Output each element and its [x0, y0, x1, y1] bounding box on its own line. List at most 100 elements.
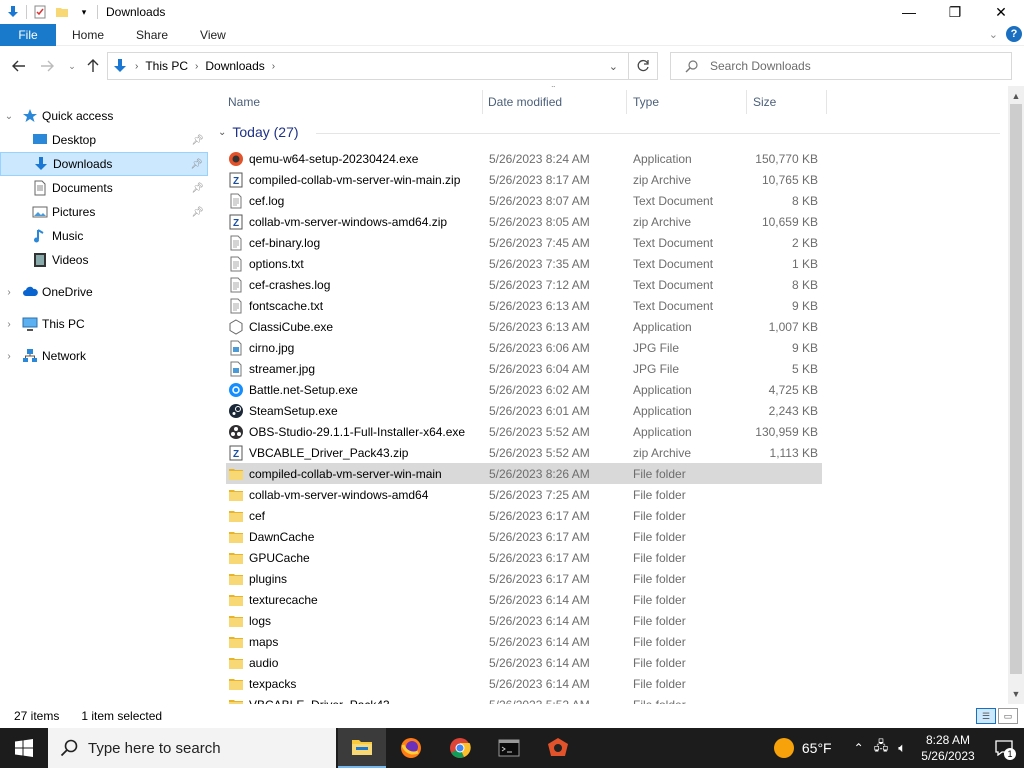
details-view-icon[interactable]: ☰ [976, 708, 996, 724]
folder-row[interactable]: logs 5/26/2023 6:14 AM File folder [226, 610, 822, 631]
folder-row[interactable]: texpacks 5/26/2023 6:14 AM File folder [226, 673, 822, 694]
status-bar: 27 items 1 item selected ☰ ▭ [0, 704, 1024, 728]
recent-locations-icon[interactable]: ⌄ [63, 58, 81, 74]
breadcrumb-this-pc[interactable]: This PC [145, 59, 188, 73]
file-row[interactable]: fontscache.txt 5/26/2023 6:13 AM Text Docu… [226, 295, 822, 316]
text-file-icon [228, 193, 244, 209]
file-row[interactable]: options.txt 5/26/2023 7:35 AM Text Documen… [226, 253, 822, 274]
breadcrumb-downloads[interactable]: Downloads [205, 59, 264, 73]
notifications-button[interactable]: 1 [984, 728, 1024, 768]
taskbar-terminal[interactable] [485, 728, 533, 768]
scroll-down-icon[interactable]: ▼ [1008, 686, 1024, 702]
clock[interactable]: 8:28 AM 5/26/2023 [912, 732, 984, 764]
up-button[interactable] [84, 58, 102, 74]
start-button[interactable] [0, 728, 48, 768]
maximize-button[interactable]: ❐ [932, 0, 978, 24]
file-name: DawnCache [249, 529, 315, 544]
large-icons-view-icon[interactable]: ▭ [998, 708, 1018, 724]
tab-file[interactable]: File [0, 23, 56, 46]
file-row[interactable]: cef.log 5/26/2023 8:07 AM Text Document 8 K… [226, 190, 822, 211]
taskbar-qemu[interactable] [534, 728, 582, 768]
weather-icon[interactable] [773, 738, 794, 758]
folder-row[interactable]: GPUCache 5/26/2023 6:17 AM File folder [226, 547, 822, 568]
minimize-button[interactable]: — [886, 0, 932, 24]
file-type: File folder [633, 655, 686, 670]
nav-item-desktop[interactable]: Desktop 📌︎ [0, 128, 208, 152]
help-icon[interactable]: ? [1006, 26, 1022, 42]
vertical-scrollbar[interactable]: ▲ ▼ [1008, 86, 1024, 704]
qemu-app-icon [228, 151, 244, 167]
collapse-group-icon[interactable]: ⌄ [218, 127, 226, 138]
scrollbar-thumb[interactable] [1010, 104, 1022, 674]
column-header-size[interactable]: Size [747, 90, 827, 114]
forward-button[interactable] [38, 58, 56, 74]
taskbar-search[interactable]: Type here to search [48, 728, 336, 768]
nav-item-quick-access[interactable]: ⌄ Quick access [0, 104, 208, 128]
folder-row[interactable]: compiled-collab-vm-server-win-main 5/26/2… [226, 463, 822, 484]
properties-icon[interactable] [33, 5, 47, 19]
file-row[interactable]: Zcollab-vm-server-windows-amd64.zip 5/26/… [226, 211, 822, 232]
folder-row[interactable]: audio 5/26/2023 6:14 AM File folder [226, 652, 822, 673]
folder-row[interactable]: texturecache 5/26/2023 6:14 AM File folder [226, 589, 822, 610]
tab-share[interactable]: Share [120, 24, 184, 46]
weather-temperature[interactable]: 65°F [802, 740, 832, 756]
file-row[interactable]: SteamSetup.exe 5/26/2023 6:01 AM Applicati… [226, 400, 822, 421]
file-row[interactable]: Zcompiled-collab-vm-server-win-main.zip 5… [226, 169, 822, 190]
nav-item-music[interactable]: Music [0, 224, 208, 248]
folder-row[interactable]: DawnCache 5/26/2023 6:17 AM File folder [226, 526, 822, 547]
file-row[interactable]: Z VBCABLE_Driver_Pack43.zip 5/26/2023 5:52… [226, 442, 822, 463]
breadcrumb-separator: › [195, 60, 199, 72]
taskbar-firefox[interactable] [387, 728, 435, 768]
nav-item-onedrive[interactable]: › OneDrive [0, 280, 208, 304]
expand-chevron-icon[interactable]: › [4, 287, 14, 298]
folder-row[interactable]: plugins 5/26/2023 6:17 AM File folder [226, 568, 822, 589]
address-bar[interactable]: › This PC › Downloads › ⌄ [107, 52, 629, 80]
tab-view[interactable]: View [184, 24, 242, 46]
close-button[interactable]: ✕ [978, 0, 1024, 24]
expand-chevron-icon[interactable]: › [4, 319, 14, 330]
folder-row[interactable]: VBCABLE_Driver_Pack435/26/2023 5:52 AMFi… [226, 694, 822, 704]
customize-toolbar-icon[interactable]: ▾ [77, 5, 91, 19]
volume-icon[interactable]: 🔈︎ [898, 740, 906, 756]
nav-item-videos[interactable]: Videos [0, 248, 208, 272]
folder-row[interactable]: cef 5/26/2023 6:17 AM File folder [226, 505, 822, 526]
nav-item-this-pc[interactable]: › This PC [0, 312, 208, 336]
file-row[interactable]: ClassiCube.exe 5/26/2023 6:13 AM Applicati… [226, 316, 822, 337]
file-row[interactable]: cirno.jpg 5/26/2023 6:06 AM JPG File 9 KB [226, 337, 822, 358]
back-button[interactable] [10, 58, 28, 74]
file-row[interactable]: qemu-w64-setup-20230424.exe 5/26/2023 8:2… [226, 148, 822, 169]
nav-item-documents[interactable]: Documents 📌︎ [0, 176, 208, 200]
folder-row[interactable]: collab-vm-server-windows-amd64 5/26/2023 … [226, 484, 822, 505]
scroll-up-icon[interactable]: ▲ [1008, 88, 1024, 104]
file-row[interactable]: OBS-Studio-29.1.1-Full-Installer-x64.exe… [226, 421, 822, 442]
chevron-up-icon[interactable]: ⌃ [854, 741, 864, 755]
file-row[interactable]: cef-binary.log 5/26/2023 7:45 AM Text Docu… [226, 232, 822, 253]
group-header[interactable]: ⌄ Today (27) [218, 124, 299, 140]
column-header-type[interactable]: Type [627, 90, 747, 114]
nav-item-pictures[interactable]: Pictures 📌︎ [0, 200, 208, 224]
battlenet-app-icon [228, 382, 244, 398]
tab-home[interactable]: Home [56, 24, 120, 46]
download-arrow-icon[interactable] [6, 5, 20, 19]
taskbar-file-explorer[interactable] [338, 728, 386, 768]
folder-row[interactable]: maps 5/26/2023 6:14 AM File folder [226, 631, 822, 652]
expand-ribbon-icon[interactable]: ⌄ [989, 28, 998, 41]
expanded-chevron-icon[interactable]: ⌄ [4, 111, 14, 122]
new-folder-icon[interactable] [55, 5, 69, 19]
column-header-date[interactable]: Date modified [483, 90, 627, 114]
file-name: texpacks [249, 676, 297, 691]
nav-item-network[interactable]: › Network [0, 344, 208, 368]
document-icon [32, 180, 48, 196]
file-row[interactable]: cef-crashes.log 5/26/2023 7:12 AM Text Doc… [226, 274, 822, 295]
search-box[interactable]: Search Downloads [670, 52, 1012, 80]
file-row[interactable]: streamer.jpg 5/26/2023 6:04 AM JPG File 5 K… [226, 358, 822, 379]
refresh-button[interactable] [629, 52, 658, 80]
taskbar-chrome[interactable] [436, 728, 484, 768]
network-icon[interactable]: 🖧 [874, 737, 889, 759]
column-header-name[interactable]: Name [226, 90, 483, 114]
address-dropdown-icon[interactable]: ⌄ [609, 60, 618, 73]
nav-item-downloads[interactable]: Downloads 📌︎ [0, 152, 208, 176]
file-date: 5/26/2023 6:17 AM [489, 529, 590, 544]
file-row[interactable]: Battle.net-Setup.exe 5/26/2023 6:02 AM App… [226, 379, 822, 400]
expand-chevron-icon[interactable]: › [4, 351, 14, 362]
